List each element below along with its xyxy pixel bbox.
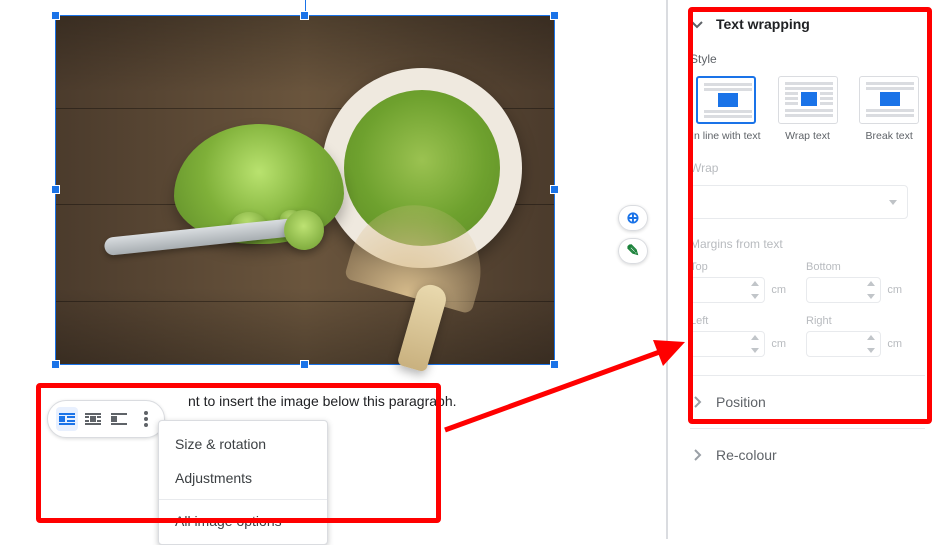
margins-grid: Top cm Bottom cm Left cm xyxy=(690,261,908,357)
recolour-title: Re-colour xyxy=(716,447,777,463)
suggest-edit-icon[interactable]: ✎ xyxy=(618,238,648,264)
more-options-menu: Size & rotation Adjustments All image op… xyxy=(158,420,328,545)
image-options-sidebar: Text wrapping Style In line with text xyxy=(667,0,939,539)
menu-size-rotation[interactable]: Size & rotation xyxy=(159,427,327,461)
style-label-wrap: Wrap text xyxy=(772,130,844,143)
margin-right-label: Right xyxy=(806,315,902,327)
resize-handle-l[interactable] xyxy=(51,185,60,194)
more-vertical-icon xyxy=(144,411,148,427)
menu-adjustments[interactable]: Adjustments xyxy=(159,461,327,495)
section-recolour-header[interactable]: Re-colour xyxy=(690,431,925,477)
style-options-row: In line with text Wrap text xyxy=(690,76,925,143)
wrap-direction-select xyxy=(690,185,908,219)
image-wrap-toolbar xyxy=(47,400,165,438)
more-options-button[interactable] xyxy=(134,407,156,431)
matcha-photo xyxy=(56,16,554,364)
paragraph-text[interactable]: nt to insert the image below this paragr… xyxy=(188,393,457,409)
margin-left-stepper xyxy=(690,331,765,357)
resize-handle-bl[interactable] xyxy=(51,360,60,369)
margin-top-stepper xyxy=(690,277,765,303)
margin-right-unit: cm xyxy=(887,338,902,350)
style-thumb-break xyxy=(859,76,919,124)
resize-handle-t[interactable] xyxy=(300,11,309,20)
section-position-header[interactable]: Position xyxy=(690,378,925,424)
style-subheading: Style xyxy=(690,52,925,66)
chevron-right-icon xyxy=(690,448,704,462)
style-label-inline: In line with text xyxy=(690,130,762,143)
style-thumb-inline xyxy=(696,76,756,124)
wrap-subheading: Wrap xyxy=(690,161,925,175)
section-text-wrapping-header[interactable]: Text wrapping xyxy=(690,0,925,46)
margin-bottom-label: Bottom xyxy=(806,261,902,273)
position-title: Position xyxy=(716,394,766,410)
add-comment-icon[interactable]: ⊕ xyxy=(618,205,648,231)
wrap-inline-button[interactable] xyxy=(56,407,78,431)
resize-handle-br[interactable] xyxy=(550,360,559,369)
resize-handle-tr[interactable] xyxy=(550,11,559,20)
resize-handle-b[interactable] xyxy=(300,360,309,369)
margin-bottom-unit: cm xyxy=(887,284,902,296)
caret-down-icon xyxy=(889,200,897,205)
margin-top-field: Top cm xyxy=(690,261,786,303)
menu-all-image-options[interactable]: All image options xyxy=(159,504,327,538)
margin-right-stepper xyxy=(806,331,881,357)
style-option-wrap[interactable]: Wrap text xyxy=(772,76,844,143)
margin-action-icons: ⊕ ✎ xyxy=(618,205,652,271)
margin-bottom-stepper xyxy=(806,277,881,303)
break-text-icon xyxy=(111,413,127,425)
rotate-stem xyxy=(305,0,306,11)
break-text-button[interactable] xyxy=(108,407,130,431)
margin-left-unit: cm xyxy=(771,338,786,350)
wrap-inline-icon xyxy=(59,413,75,425)
margin-top-unit: cm xyxy=(771,284,786,296)
selected-image[interactable] xyxy=(55,15,555,365)
wrap-text-icon xyxy=(85,413,101,425)
margin-bottom-field: Bottom cm xyxy=(806,261,902,303)
margin-right-field: Right cm xyxy=(806,315,902,357)
style-thumb-wrap xyxy=(778,76,838,124)
margins-subheading: Margins from text xyxy=(690,237,925,251)
resize-handle-tl[interactable] xyxy=(51,11,60,20)
chevron-right-icon xyxy=(690,395,704,409)
margin-left-field: Left cm xyxy=(690,315,786,357)
document-canvas xyxy=(55,15,555,385)
style-label-break: Break text xyxy=(853,130,925,143)
text-wrapping-title: Text wrapping xyxy=(716,16,810,32)
margin-left-label: Left xyxy=(690,315,786,327)
style-option-break[interactable]: Break text xyxy=(853,76,925,143)
margin-top-label: Top xyxy=(690,261,786,273)
resize-handle-r[interactable] xyxy=(550,185,559,194)
style-option-inline[interactable]: In line with text xyxy=(690,76,762,143)
chevron-down-icon xyxy=(690,17,704,31)
wrap-text-button[interactable] xyxy=(82,407,104,431)
